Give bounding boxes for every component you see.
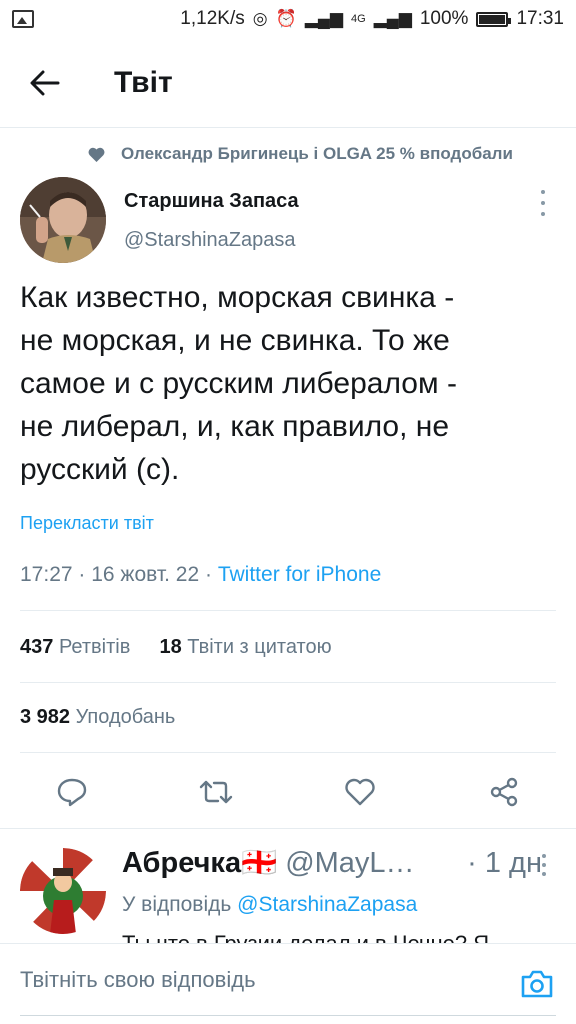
signal-icon: ▂▄▆ bbox=[304, 9, 343, 28]
page-title: Твіт bbox=[114, 65, 173, 99]
reply-to-line: У відповідь @StarshinaZapasa bbox=[122, 893, 417, 917]
divider bbox=[20, 752, 556, 753]
quotes-count: 18 bbox=[159, 636, 182, 658]
status-bar-right: 1,12K/s ◎ ⏰ ▂▄▆ 4G ▂▄▆ 100% 17:31 bbox=[180, 8, 564, 30]
tweet-text-line: не либерал, и, как правило, не bbox=[20, 410, 450, 443]
network-type: 4G bbox=[350, 13, 366, 25]
reply-time: · 1 дн bbox=[467, 847, 542, 879]
battery-icon bbox=[476, 11, 512, 27]
tweet-text-line: не морская, и не свинка. То же bbox=[20, 324, 450, 357]
reply-button[interactable] bbox=[50, 770, 94, 814]
back-button[interactable] bbox=[20, 58, 70, 108]
retweet-icon bbox=[199, 780, 233, 804]
reply-more-options-button[interactable] bbox=[540, 854, 548, 876]
likes-count: 3 982 bbox=[20, 706, 71, 728]
camera-icon bbox=[521, 970, 553, 998]
avatar-image bbox=[20, 177, 106, 263]
tweet-meta: 17:27 · 16 жовт. 22 · Twitter for iPhone bbox=[20, 563, 382, 586]
heart-icon bbox=[88, 147, 105, 162]
quotes-label: Твіти з цитатою bbox=[187, 636, 332, 658]
image-notification-icon bbox=[12, 10, 34, 28]
signal-icon-2: ▂▄▆ bbox=[373, 9, 412, 28]
reply-header: Абречка🇬🇪 @MayL… · 1 дн bbox=[122, 846, 542, 880]
reply-input[interactable] bbox=[20, 960, 510, 1000]
tweet-actions bbox=[0, 770, 576, 814]
tweet-source-link[interactable]: Twitter for iPhone bbox=[218, 563, 381, 586]
tweet-text-line: Как известно, морская свинка - bbox=[20, 281, 455, 314]
clock: 17:31 bbox=[516, 8, 564, 29]
tweet-text-line: русский (с). bbox=[20, 453, 180, 486]
reply-to-mention[interactable]: @StarshinaZapasa bbox=[237, 893, 417, 916]
alarm-icon: ⏰ bbox=[275, 9, 297, 28]
reply-author-name[interactable]: Абречка🇬🇪 bbox=[122, 846, 277, 880]
author-handle[interactable]: @StarshinaZapasa bbox=[124, 229, 296, 252]
reply-text: Ты что в Грузии делал и в Чечне? Я bbox=[122, 931, 490, 944]
translate-tweet-link[interactable]: Перекласти твіт bbox=[20, 513, 154, 534]
arrow-left-icon bbox=[30, 70, 60, 95]
like-icon bbox=[345, 778, 375, 806]
divider bbox=[20, 610, 556, 611]
stats-row: 437 Ретвітів 18 Твіти з цитатою bbox=[20, 636, 332, 659]
status-bar: 1,12K/s ◎ ⏰ ▂▄▆ 4G ▂▄▆ 100% 17:31 bbox=[0, 0, 576, 38]
retweets-label: Ретвітів bbox=[58, 636, 131, 658]
more-options-button[interactable] bbox=[536, 190, 550, 216]
tweet-text-line: самое и с русским либералом - bbox=[20, 367, 457, 400]
more-vertical-icon bbox=[542, 854, 546, 858]
reply-icon bbox=[57, 778, 87, 807]
retweets-stat[interactable]: 437 Ретвітів bbox=[20, 636, 136, 658]
likes-stat[interactable]: 3 982 Уподобань bbox=[20, 706, 175, 728]
camera-button[interactable] bbox=[518, 966, 556, 1002]
reply-author-handle[interactable]: @MayL… bbox=[285, 847, 414, 880]
section-divider bbox=[0, 828, 576, 829]
tweet-text: Как известно, морская свинка - не морска… bbox=[20, 276, 560, 491]
author-avatar[interactable] bbox=[20, 177, 106, 263]
reply-to-label: У відповідь bbox=[122, 893, 232, 916]
avatar-image bbox=[20, 848, 106, 934]
tweet-time: 17:27 bbox=[20, 563, 73, 586]
divider bbox=[20, 682, 556, 683]
nfc-icon: ◎ bbox=[252, 9, 268, 28]
likes-label: Уподобань bbox=[75, 706, 176, 728]
social-context[interactable]: Олександр Бригинець і OLGA 25 % вподобал… bbox=[88, 144, 576, 164]
reply-author-avatar[interactable] bbox=[20, 848, 106, 934]
likes-row: 3 982 Уподобань bbox=[20, 706, 175, 729]
retweet-button[interactable] bbox=[194, 770, 238, 814]
share-button[interactable] bbox=[482, 770, 526, 814]
share-icon bbox=[490, 777, 518, 807]
like-button[interactable] bbox=[338, 770, 382, 814]
battery-percent: 100% bbox=[419, 8, 469, 29]
tweet-date: 16 жовт. 22 bbox=[91, 563, 200, 586]
top-app-bar: Твіт bbox=[0, 38, 576, 128]
network-speed: 1,12K/s bbox=[180, 8, 245, 29]
social-context-text: Олександр Бригинець і OLGA 25 % вподобал… bbox=[121, 144, 513, 163]
retweets-count: 437 bbox=[20, 636, 54, 658]
author-name[interactable]: Старшина Запаса bbox=[124, 190, 299, 213]
quotes-stat[interactable]: 18 Твіти з цитатою bbox=[159, 636, 331, 658]
more-vertical-icon bbox=[541, 190, 545, 194]
reply-composer bbox=[0, 943, 576, 1024]
composer-underline bbox=[20, 1015, 556, 1016]
